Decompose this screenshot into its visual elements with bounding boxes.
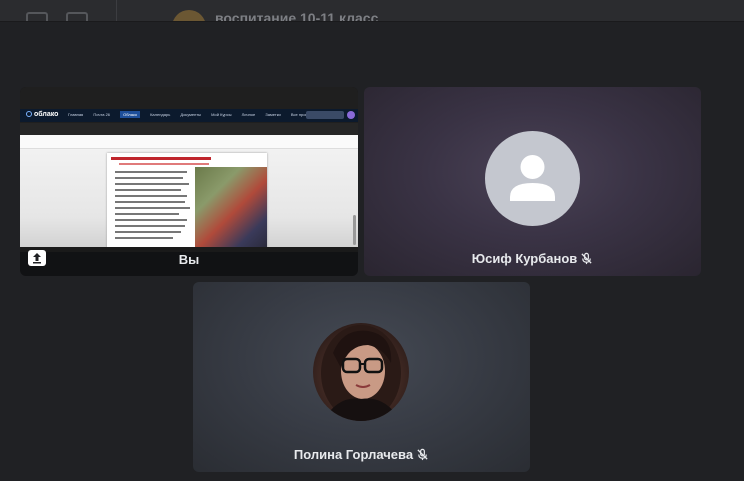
doc-text-line — [115, 195, 187, 197]
default-user-icon — [510, 155, 555, 201]
shared-user-button — [306, 111, 344, 119]
shared-nav-item: Облако — [120, 111, 140, 118]
meeting-header-bar: воспитание 10-11 класс — [0, 0, 744, 22]
participant-name-yusif: Юсиф Курбанов — [364, 251, 701, 268]
doc-text-line — [115, 237, 173, 239]
shared-doc-page — [107, 153, 267, 248]
meeting-avatar — [172, 10, 206, 21]
doc-text-line — [115, 213, 179, 215]
shared-app-nav-items: Главная Почта 26 Облако Календарь Докуме… — [68, 111, 323, 118]
avatar — [313, 323, 409, 421]
mic-off-icon — [580, 252, 593, 268]
share-icon[interactable] — [66, 12, 88, 21]
header-icons — [26, 12, 106, 21]
doc-text-line — [115, 225, 185, 227]
shared-app-logo-text: облако — [34, 111, 59, 118]
shared-subbar — [20, 123, 358, 135]
shared-nav-item: Мой Курсы — [211, 112, 232, 117]
doc-text-line — [115, 231, 181, 233]
shared-nav-item: Заметки — [265, 112, 281, 117]
doc-text-line — [115, 201, 185, 203]
avatar — [485, 131, 580, 226]
participant-tile-self[interactable]: облако Главная Почта 26 Облако Календарь… — [20, 87, 358, 276]
shared-nav-item: Документы — [180, 112, 202, 117]
participant-name-text: Полина Горлачева — [293, 447, 414, 462]
doc-heading-bar — [111, 157, 211, 160]
participant-name-self: Вы — [178, 252, 200, 267]
doc-text-line — [115, 189, 181, 191]
shared-nav-item: Календарь — [150, 112, 171, 117]
doc-text-line — [115, 183, 189, 185]
doc-text-line — [115, 219, 187, 221]
shared-doc-toolbar — [20, 135, 358, 149]
doc-text-line — [115, 171, 187, 173]
participant-tile-polina[interactable]: Полина Горлачева — [193, 282, 530, 472]
shared-doc-scrollbar — [353, 215, 356, 245]
participant-name-polina: Полина Горлачева — [193, 447, 530, 464]
doc-text-line — [115, 177, 183, 179]
profile-photo — [321, 325, 401, 421]
cloud-icon — [26, 111, 32, 117]
mic-off-icon — [416, 448, 429, 464]
shared-nav-item: Личное — [241, 112, 256, 117]
participant-name-text: Юсиф Курбанов — [471, 251, 578, 266]
shared-nav-item: Главная — [68, 112, 84, 117]
meeting-title: воспитание 10-11 класс — [215, 10, 379, 22]
shared-user-avatar — [347, 111, 355, 119]
shared-document-viewer — [20, 135, 358, 252]
participant-tile-yusif[interactable]: Юсиф Курбанов — [364, 87, 701, 276]
doc-text-line — [115, 207, 190, 209]
shared-app-logo: облако — [26, 111, 58, 118]
header-divider — [116, 0, 117, 21]
shared-nav-item: Почта 26 — [93, 112, 111, 117]
doc-photo — [195, 167, 267, 248]
shared-app-navbar: облако Главная Почта 26 Облако Календарь… — [20, 109, 358, 122]
shared-screen-preview: облако Главная Почта 26 Облако Календарь… — [20, 87, 358, 252]
window-icon[interactable] — [26, 12, 48, 21]
doc-subheading-bar — [119, 163, 209, 165]
